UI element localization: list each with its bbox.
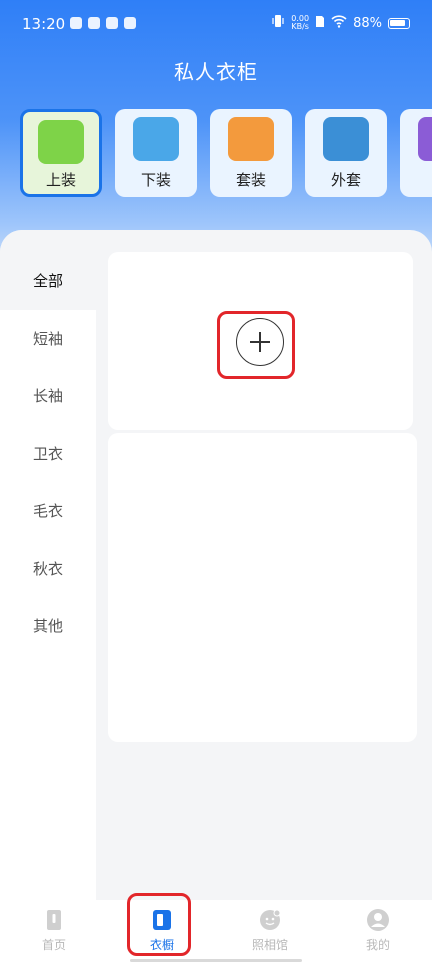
category-label: 外套 [330,171,361,189]
wardrobe-tab-highlight [127,893,191,956]
page-title: 私人衣柜 [174,60,258,84]
camera-face-icon [258,908,282,932]
notification-icons [70,17,136,29]
vibrate-icon [271,14,285,32]
category-shorts[interactable]: 下装 [115,109,197,197]
battery-percent: 88% [353,15,382,31]
status-right: 0.00 KB/s 88% [271,14,410,32]
sidebar-item[interactable]: 全部 [0,261,96,301]
tab-profile[interactable]: 我的 [324,906,432,958]
tab-label: 首页 [41,938,66,952]
sidebar-item[interactable]: 短袖 [0,319,96,359]
profile-icon [366,908,390,932]
sidebar-item[interactable]: 长袖 [0,376,96,416]
category-jacket[interactable]: 外套 [305,109,387,197]
wardrobe-content: 全部短袖长袖卫衣毛衣秋衣其他 [0,230,432,900]
category-hat[interactable]: 配 [400,109,432,197]
notification-icon [106,17,118,29]
home-indicator [130,959,302,962]
tshirt-icon [38,120,84,164]
wechat-icon [124,17,136,29]
net-speed-unit: KB/s [291,22,309,31]
net-speed: 0.00 KB/s [291,15,309,31]
home-icon [42,908,66,932]
tab-camera-face[interactable]: 照相馆 [216,906,324,958]
status-time: 13:20 [22,15,66,33]
notification-icon [70,17,82,29]
category-label: 下装 [140,171,171,189]
shorts-icon [133,117,179,161]
add-button-highlight [217,311,295,379]
category-label: 套装 [235,171,266,189]
sidebar-item[interactable]: 其他 [0,606,96,646]
category-label: 上装 [45,171,76,189]
clothes-list-card [108,433,417,742]
tab-label: 照相馆 [251,938,288,952]
battery-icon [388,17,410,29]
tab-home[interactable]: 首页 [0,906,108,958]
wifi-icon [331,14,347,32]
category-tshirt[interactable]: 上装 [20,109,102,197]
bottom-tab-bar: 首页 衣橱 照相馆 我的 [0,900,432,964]
sidebar-item[interactable]: 秋衣 [0,549,96,589]
notification-icon [88,17,100,29]
category-overalls[interactable]: 套装 [210,109,292,197]
tab-label: 我的 [365,938,390,952]
sim-icon [315,15,325,32]
jacket-icon [323,117,369,161]
sidebar-item[interactable]: 卫衣 [0,434,96,474]
hat-icon [418,117,432,161]
sidebar-item[interactable]: 毛衣 [0,491,96,531]
status-bar: 13:20 0.00 KB/s 88% [0,0,432,52]
overalls-icon [228,117,274,161]
category-strip: 上装 下装 套装 外套 配 [20,109,432,201]
